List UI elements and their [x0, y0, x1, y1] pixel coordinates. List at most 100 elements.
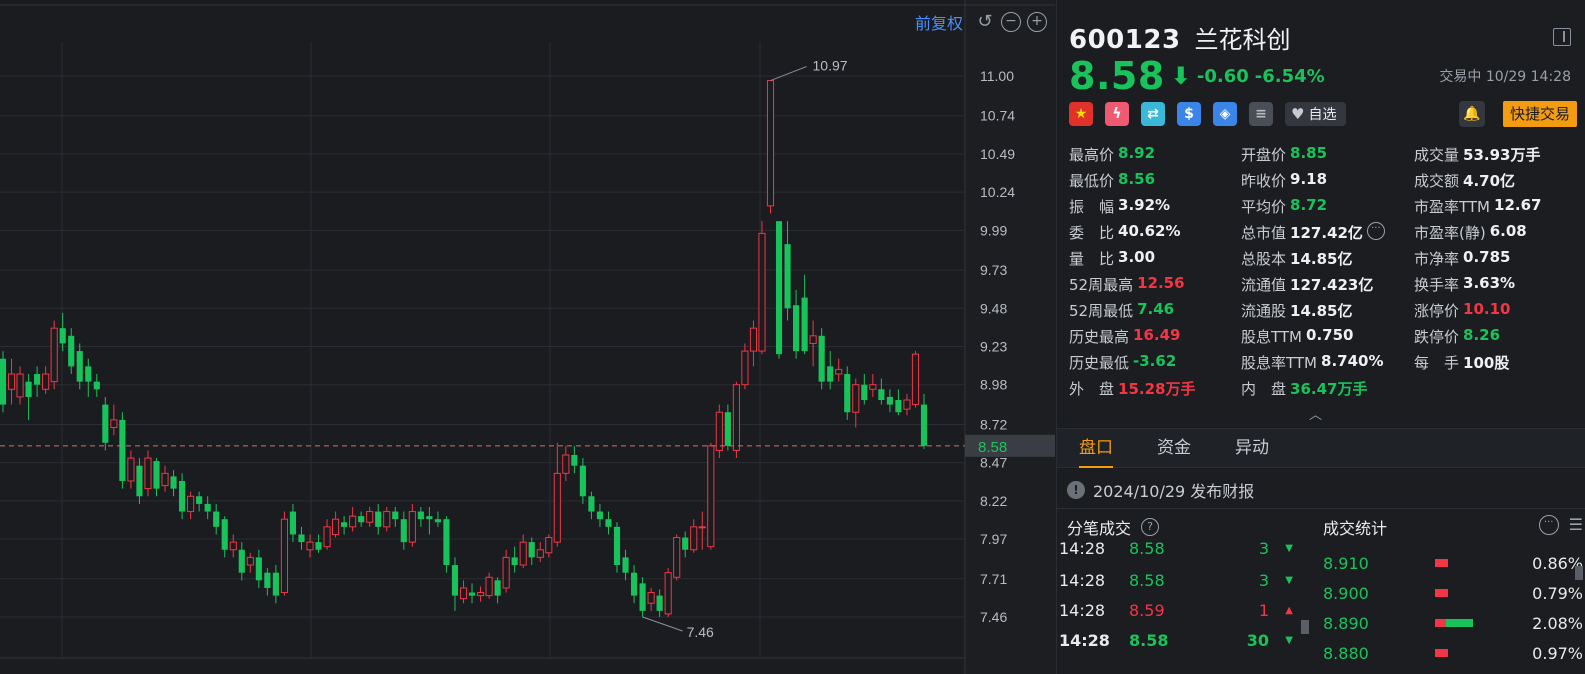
zoom-out-icon[interactable]: − [1001, 12, 1021, 32]
candle-body [724, 412, 731, 446]
candle-body [255, 557, 262, 581]
china-flag-icon[interactable]: ★ [1069, 102, 1093, 126]
candle-body [42, 373, 50, 390]
stat-value: 0.750 [1306, 326, 1354, 344]
tick-price: 8.58 [1129, 540, 1165, 558]
stat-pct: 0.97% [1532, 643, 1583, 663]
tab-0[interactable]: 盘口 [1057, 428, 1135, 468]
stat-value: 8.72 [1290, 196, 1328, 214]
stat-item: 市盈率(静) 6.08 [1414, 222, 1527, 243]
sidebar-toggle-icon[interactable] [1553, 28, 1571, 46]
stat-label: 流通值 [1241, 276, 1287, 294]
tick-price: 8.58 [1129, 630, 1169, 650]
divider [1057, 508, 1585, 509]
candle-body [502, 556, 510, 589]
candle-body [298, 534, 305, 543]
stats-scrollbar[interactable] [1575, 566, 1583, 580]
candle-body [852, 384, 860, 413]
candle-body [93, 381, 100, 390]
candle-body [886, 396, 893, 405]
candle-body [323, 526, 331, 548]
candle-body [68, 335, 75, 367]
quick-trade-button[interactable]: 快捷交易 [1502, 101, 1577, 127]
current-price-label: 8.58 [978, 439, 1007, 456]
candle-body [895, 399, 902, 413]
stat-value: 12.56 [1137, 274, 1185, 292]
tick-scrollbar[interactable] [1301, 620, 1309, 634]
candle-body [85, 366, 92, 382]
tag-icon[interactable]: ◈ [1213, 102, 1237, 126]
tab-1[interactable]: 资金 [1135, 428, 1213, 468]
add-watchlist-button[interactable]: ♥ 自选 [1285, 102, 1347, 126]
list-settings-icon[interactable]: ☰ [1569, 515, 1583, 535]
tick-price: 8.58 [1129, 570, 1165, 590]
stats-header-icons: ··· ☰ [1538, 515, 1583, 535]
more-icon[interactable]: ··· [1366, 222, 1385, 240]
more-icon[interactable]: ··· [1538, 515, 1559, 535]
candle-body [596, 511, 604, 520]
help-icon[interactable]: ? [1141, 518, 1160, 536]
stat-item: 换手率 3.63% [1414, 274, 1515, 295]
y-tick-label: 7.97 [980, 531, 1007, 547]
stat-label: 股息率TTM [1241, 354, 1318, 372]
flash-icon[interactable]: ϟ [1105, 102, 1129, 126]
tick-price: 8.59 [1129, 600, 1165, 620]
candle-body [639, 583, 646, 611]
volume-stats-list[interactable]: 8.910 0.86% 8.900 0.79% 8.890 2.08% 8.880 0.97% [1315, 548, 1585, 674]
stat-item: 52周最高 12.56 [1069, 274, 1185, 295]
candle-body [7, 373, 16, 390]
candle-body [16, 373, 24, 398]
tick-volume: 1 [1258, 600, 1269, 620]
swap-icon[interactable]: ⇄ [1141, 102, 1165, 126]
stock-name: 兰花科创 [1194, 26, 1291, 54]
stat-item: 跌停价 8.26 [1414, 326, 1500, 347]
candle-body [451, 565, 459, 596]
adjust-forward-button[interactable]: 前复权 [915, 10, 963, 34]
stat-item: 每 手 100股 [1414, 352, 1509, 373]
dollar-icon[interactable]: $ [1177, 102, 1201, 126]
stat-item: 量 比 3.00 [1069, 248, 1155, 269]
buy-bar [1435, 589, 1449, 597]
candle-body [349, 515, 357, 528]
candle-body [170, 476, 177, 489]
high-annotation: 10.97 [813, 58, 848, 74]
candle-body [536, 549, 544, 558]
stat-item: 外 盘 15.28万手 [1069, 378, 1195, 399]
y-tick-label: 7.46 [980, 609, 1007, 625]
candle-body [920, 404, 928, 446]
candle-body [144, 457, 152, 490]
candle-body [366, 511, 374, 523]
candle-body [187, 495, 195, 513]
y-tick-label: 9.48 [980, 300, 1007, 316]
stat-value: 16.49 [1133, 326, 1181, 344]
candle-body [844, 374, 851, 413]
report-notice[interactable]: ! 2024/10/29 发布财报 [1067, 478, 1254, 502]
stat-value: 36.47万手 [1290, 380, 1368, 398]
tab-2[interactable]: 异动 [1213, 428, 1291, 468]
y-tick-label: 7.71 [980, 571, 1007, 587]
candle-body [835, 368, 843, 375]
tick-list[interactable]: 14:28 8.58 3 ▼ 14:28 8.58 3 ▼ 14:28 8.59 1 ▲ 14:28 8.… [1057, 540, 1297, 674]
tick-time: 14:28 [1059, 570, 1106, 590]
down-triangle-icon: ▼ [1285, 542, 1293, 554]
candle-body [179, 480, 186, 512]
kline-chart-panel[interactable]: 11.00 10.74 10.49 10.24 9.99 9.73 9.48 9.23 8.98… [0, 0, 1055, 674]
candle-body [545, 537, 553, 554]
watch-label: 自选 [1308, 107, 1337, 123]
zoom-in-icon[interactable]: + [1027, 12, 1047, 32]
stat-value: 100股 [1463, 354, 1510, 372]
stat-item: 昨收价 9.18 [1241, 170, 1327, 191]
stock-quote-window: { "toolbar": { "restore_label": "前复权" },… [0, 0, 1585, 674]
quote-panel: 600123 兰花科创 8.58 ⬇ -0.60 -6.54% 交易中 10/2… [1056, 0, 1585, 674]
price-row: 8.58 ⬇ -0.60 -6.54% [1069, 54, 1325, 98]
candle-body [127, 457, 135, 482]
candlestick-chart[interactable]: 11.00 10.74 10.49 10.24 9.99 9.73 9.48 9.23 8.98… [0, 0, 1055, 674]
notes-icon[interactable]: ≡ [1249, 102, 1273, 126]
candle-body [315, 542, 322, 550]
collapse-caret-icon[interactable]: ︿ [1309, 404, 1325, 423]
volume-stat-row: 8.910 0.86% [1323, 548, 1583, 578]
reset-icon[interactable]: ↺ [975, 12, 995, 32]
bell-icon[interactable]: 🔔 [1459, 101, 1485, 127]
stat-value: 7.46 [1137, 300, 1175, 318]
info-icon: ! [1067, 481, 1085, 499]
